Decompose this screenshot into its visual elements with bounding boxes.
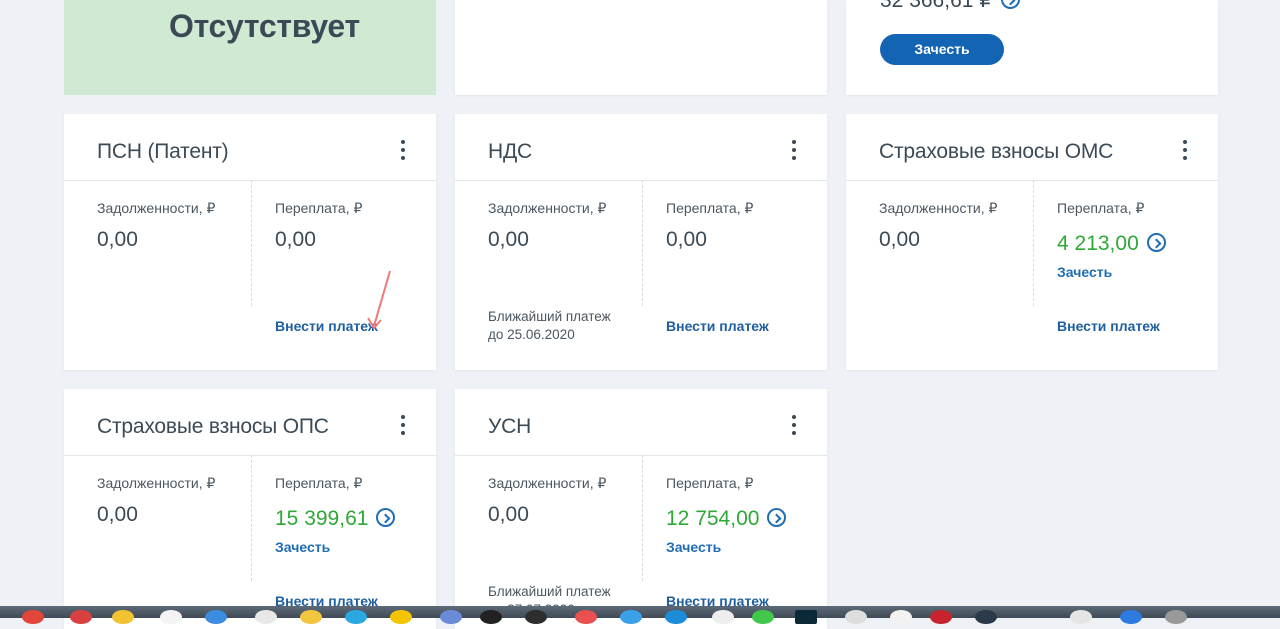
make-payment-link[interactable]: Внести платеж: [275, 318, 378, 334]
overpay-value: 15 399,61: [275, 507, 369, 530]
dock-app-icon[interactable]: [1165, 610, 1187, 624]
debt-value: 0,00: [97, 228, 138, 251]
dock: [0, 606, 1280, 624]
dock-app-icon[interactable]: [890, 610, 912, 624]
annotation-arrow-icon: [367, 270, 391, 330]
dock-app-icon[interactable]: [440, 610, 462, 624]
debt-label: Задолженности, ₽: [97, 475, 216, 491]
dock-app-icon[interactable]: [390, 610, 412, 624]
card-title: Страховые взносы ОПС: [97, 415, 329, 438]
dock-app-icon[interactable]: [845, 610, 867, 624]
overpay-value: 0,00: [666, 228, 707, 251]
absent-status-text: Отсутствует: [169, 8, 360, 44]
dock-app-icon[interactable]: [525, 610, 547, 624]
dock-app-icon[interactable]: [70, 610, 92, 624]
card-title: Страховые взносы ОМС: [879, 140, 1114, 163]
details-chevron-icon[interactable]: [767, 507, 787, 527]
middle-top-card: [455, 0, 827, 95]
debt-value: 0,00: [97, 503, 138, 526]
make-payment-link[interactable]: Внести платеж: [1057, 318, 1160, 334]
overpay-value: 0,00: [275, 228, 316, 251]
details-chevron-icon[interactable]: [376, 507, 396, 527]
dock-app-icon[interactable]: [575, 610, 597, 624]
overpay-label: Переплата, ₽: [1057, 200, 1145, 216]
tax-card-ops: Страховые взносы ОПС Задолженности, ₽ 0,…: [64, 389, 436, 629]
next-payment-note: Ближайший платеж до 25.06.2020: [488, 309, 611, 342]
debt-label: Задолженности, ₽: [488, 200, 607, 216]
dock-app-icon[interactable]: [205, 610, 227, 624]
dock-app-icon[interactable]: [345, 610, 367, 624]
overpay-label: Переплата, ₽: [666, 200, 754, 216]
debt-value: 0,00: [488, 503, 529, 526]
dock-app-icon[interactable]: [160, 610, 182, 624]
offset-link[interactable]: Зачесть: [666, 539, 721, 555]
dock-app-icon[interactable]: [1070, 610, 1092, 624]
card-title: УСН: [488, 415, 532, 438]
dock-app-icon[interactable]: [22, 610, 44, 624]
tax-card-oms: Страховые взносы ОМС Задолженности, ₽ 0,…: [846, 114, 1218, 370]
tax-card-psn: ПСН (Патент) Задолженности, ₽ 0,00 Переп…: [64, 114, 436, 370]
make-payment-link[interactable]: Внести платеж: [666, 318, 769, 334]
debt-label: Задолженности, ₽: [488, 475, 607, 491]
dock-app-icon[interactable]: [752, 610, 774, 624]
offset-link[interactable]: Зачесть: [1057, 264, 1112, 280]
details-chevron-icon[interactable]: [1146, 232, 1166, 252]
dock-app-icon[interactable]: [480, 610, 502, 624]
dock-app-icon[interactable]: [665, 610, 687, 624]
dock-app-icon[interactable]: [1120, 610, 1142, 624]
details-chevron-icon[interactable]: [1000, 0, 1020, 9]
dock-app-icon[interactable]: [300, 610, 322, 624]
more-menu-icon[interactable]: [791, 140, 797, 162]
dock-app-icon[interactable]: [112, 610, 134, 624]
tax-card-nds: НДС Задолженности, ₽ 0,00 Ближайший плат…: [455, 114, 827, 370]
dock-app-icon[interactable]: [620, 610, 642, 624]
overpay-label: Переплата, ₽: [275, 475, 363, 491]
tax-card-usn: УСН Задолженности, ₽ 0,00 Ближайший плат…: [455, 389, 827, 629]
card-title: НДС: [488, 140, 532, 163]
more-menu-icon[interactable]: [400, 415, 406, 437]
absent-status-card: Отсутствует: [64, 0, 436, 95]
overpay-value: 4 213,00: [1057, 232, 1139, 255]
offset-button[interactable]: Зачесть: [880, 34, 1004, 65]
overpay-label: Переплата, ₽: [275, 200, 363, 216]
card-title: ПСН (Патент): [97, 140, 229, 163]
top-partial-amount: 32 366,61 ₽: [880, 0, 993, 12]
dock-app-icon[interactable]: [712, 610, 734, 624]
right-top-card: 32 366,61 ₽ Зачесть: [846, 0, 1218, 95]
more-menu-icon[interactable]: [400, 140, 406, 162]
debt-value: 0,00: [488, 228, 529, 251]
debt-label: Задолженности, ₽: [879, 200, 998, 216]
dock-app-icon[interactable]: [255, 610, 277, 624]
dock-app-icon[interactable]: [930, 610, 952, 624]
debt-label: Задолженности, ₽: [97, 200, 216, 216]
more-menu-icon[interactable]: [791, 415, 797, 437]
overpay-label: Переплата, ₽: [666, 475, 754, 491]
dock-app-icon[interactable]: [975, 610, 997, 624]
overpay-value: 12 754,00: [666, 507, 760, 530]
more-menu-icon[interactable]: [1182, 140, 1188, 162]
debt-value: 0,00: [879, 228, 920, 251]
offset-link[interactable]: Зачесть: [275, 539, 330, 555]
dock-app-icon[interactable]: [795, 610, 817, 624]
